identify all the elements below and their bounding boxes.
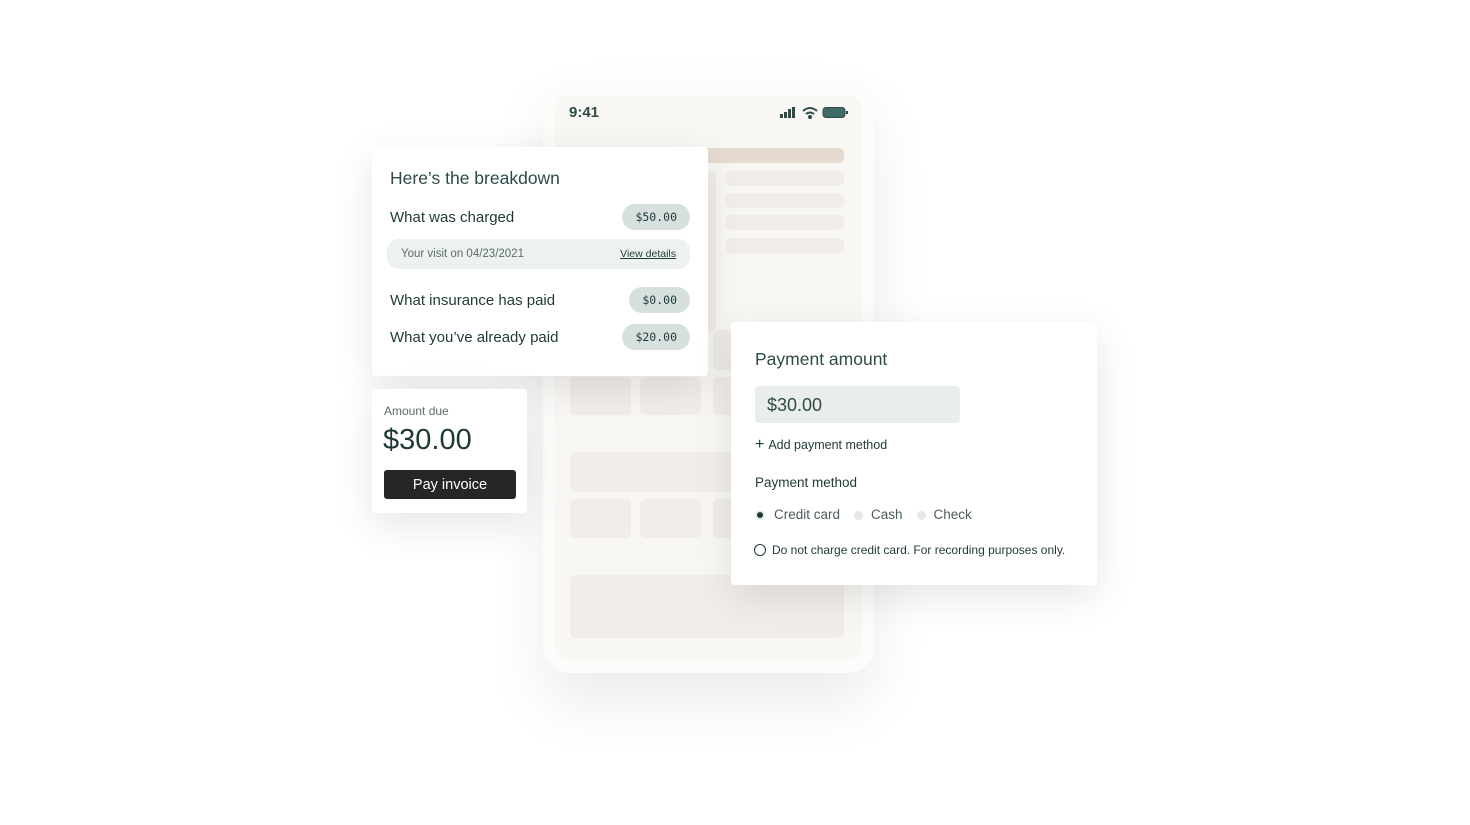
placeholder-tile xyxy=(640,499,701,538)
placeholder-line xyxy=(726,215,844,230)
radio-unselected-icon xyxy=(916,510,926,520)
payment-method-label: Payment method xyxy=(755,475,858,490)
radio-check[interactable]: Check xyxy=(916,507,972,522)
radio-selected-icon xyxy=(757,512,763,519)
insurance-value: $0.00 xyxy=(629,287,690,313)
payment-amount-input[interactable]: $30.00 xyxy=(755,386,960,423)
signal-icon xyxy=(780,107,795,118)
visit-row: Your visit on 04/23/2021 View details xyxy=(387,239,690,269)
amount-due-card: Amount due $30.00 Pay invoice xyxy=(372,389,527,513)
amount-due-label: Amount due xyxy=(384,404,449,418)
placeholder-tile xyxy=(640,377,701,415)
placeholder-tile xyxy=(570,499,631,538)
placeholder-line xyxy=(726,238,844,253)
status-icons xyxy=(780,107,848,119)
charged-row: What was charged $50.00 xyxy=(390,204,690,230)
paid-label: What you’ve already paid xyxy=(390,328,559,346)
plus-icon: + xyxy=(755,436,765,453)
view-details-link[interactable]: View details xyxy=(620,248,676,260)
no-charge-checkbox[interactable]: Do not charge credit card. For recording… xyxy=(754,543,1065,557)
placeholder-line xyxy=(726,193,844,208)
placeholder-line xyxy=(726,171,844,186)
placeholder-tile xyxy=(570,377,631,415)
visit-text: Your visit on 04/23/2021 xyxy=(401,248,524,260)
amount-due-value: $30.00 xyxy=(383,424,472,456)
breakdown-card: Here’s the breakdown What was charged $5… xyxy=(372,147,708,376)
charged-value: $50.00 xyxy=(622,204,690,230)
radio-label: Credit card xyxy=(774,507,841,522)
payment-card: Payment amount $30.00 + Add payment metho… xyxy=(731,322,1097,585)
checkbox-icon xyxy=(754,544,766,556)
add-payment-method-label: Add payment method xyxy=(768,438,888,452)
battery-icon xyxy=(822,107,848,118)
radio-unselected-icon xyxy=(854,510,864,520)
wifi-icon xyxy=(802,107,818,119)
checkbox-label: Do not charge credit card. For recording… xyxy=(772,543,1066,557)
payment-method-options: Credit card Cash Check xyxy=(755,507,972,522)
radio-cash[interactable]: Cash xyxy=(854,507,903,522)
insurance-row: What insurance has paid $0.00 xyxy=(390,287,690,313)
radio-credit-card[interactable]: Credit card xyxy=(755,507,840,522)
paid-row: What you’ve already paid $20.00 xyxy=(390,324,690,350)
breakdown-title: Here’s the breakdown xyxy=(390,168,560,188)
paid-value: $20.00 xyxy=(622,324,690,350)
payment-title: Payment amount xyxy=(755,349,888,369)
charged-label: What was charged xyxy=(390,208,515,226)
radio-label: Cash xyxy=(871,507,903,522)
insurance-label: What insurance has paid xyxy=(390,291,556,309)
add-payment-method-button[interactable]: + Add payment method xyxy=(755,436,887,454)
pay-invoice-button[interactable]: Pay invoice xyxy=(384,470,516,499)
radio-label: Check xyxy=(933,507,972,522)
status-time: 9:41 xyxy=(569,104,600,121)
